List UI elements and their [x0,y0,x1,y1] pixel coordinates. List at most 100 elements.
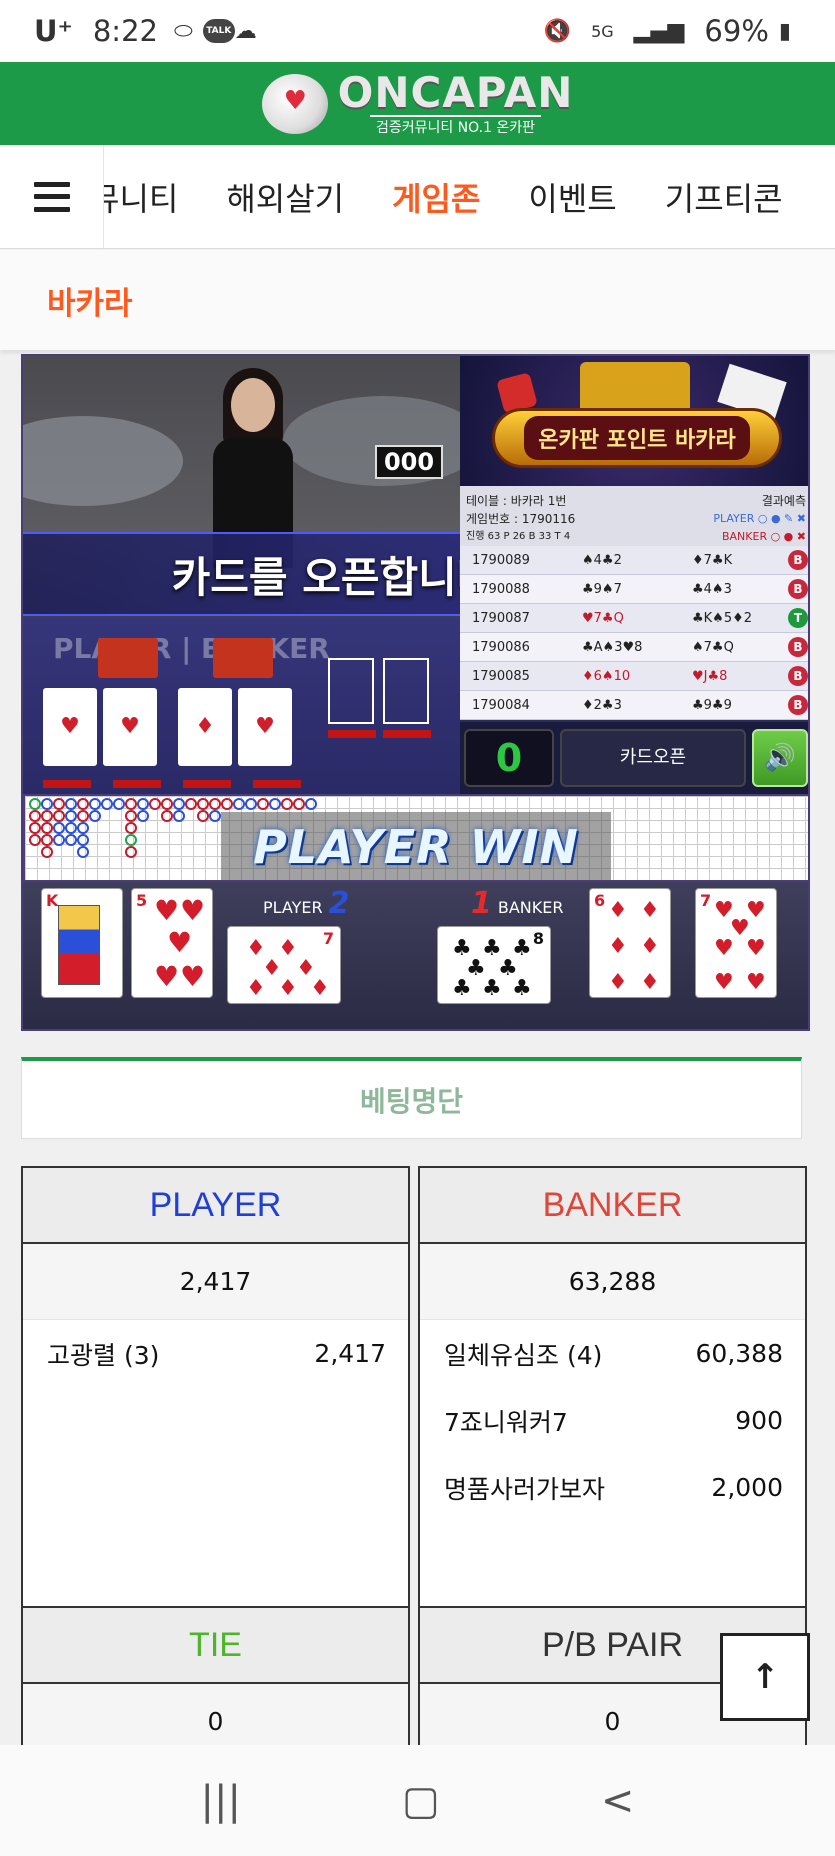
road-map-marker [53,834,65,846]
road-map-marker [41,834,53,846]
road-map-marker [77,822,89,834]
bettor-name: 7죠니워커7 [444,1407,568,1437]
talk-icon: TALK [202,19,235,43]
road-map-marker [77,834,89,846]
mute-icon: 🔇 [543,18,572,44]
card-back [98,638,158,678]
nav-item-event[interactable]: 이벤트 [528,174,616,220]
nav-item-gamezone[interactable]: 게임존 [392,174,480,220]
bettor-row: 고광렬 (3) 2,417 [23,1320,408,1387]
tie-column-title: TIE [23,1608,408,1684]
carrier-label: U⁺ [34,14,73,48]
home-icon[interactable]: ▢ [402,1778,440,1824]
speaker-icon[interactable]: 🔊 [752,729,808,787]
banker-total: 63,288 [420,1244,805,1320]
road-map-marker [269,798,281,810]
player-card-1: K [41,888,123,998]
bettor-name: 명품사러가보자 [444,1474,606,1504]
battery-icon: ▮ [778,18,791,44]
arrow-up-icon: ↑ [750,1657,780,1697]
pill-icon: ⬭ [173,18,193,44]
game-controls: 0 카드오픈 🔊 [460,722,808,794]
bettor-row: 7죠니워커7 900 [420,1387,805,1454]
score-display: 0 [464,729,554,787]
road-map-marker [53,810,65,822]
result-row: 1790089 ♠4♣2 ♦7♣K B [460,546,808,575]
nav-item-abroad[interactable]: 해외살기 [226,174,344,220]
road-map-marker [233,798,245,810]
road-map-marker [29,822,41,834]
results-list: 1790089 ♠4♣2 ♦7♣K B 1790088 ♣9♠7 ♣4♠3 B 179008… [460,546,808,720]
road-map-marker [65,822,77,834]
banker-forecast[interactable]: BANKER ○ ● ✖ [722,528,806,546]
open-message-banner: 카드를 오픈합니다. [23,532,460,616]
nav-item-gifticon[interactable]: 기프티콘 [665,174,783,220]
road-map-marker [65,810,77,822]
card-open-button[interactable]: 카드오픈 [560,729,746,787]
road-map-marker [197,810,209,822]
table-card: ♥ [103,688,157,766]
logo-title: ONCAPAN [337,67,574,117]
road-map-marker [77,810,89,822]
road-map-marker [161,810,173,822]
baccarat-game: 000 카드를 오픈합니다. PLAYER | BANKER ♥ ♥ ♦ ♥ [21,354,810,1031]
tie-bets-column: TIE 0 [21,1608,410,1768]
table-card: ♥ [238,688,292,766]
game-info-header: 테이블 : 바카라 1번 결과예측 게임번호 : 1790116 PLAYER … [460,486,808,546]
player-card-2: 5 ♥ ♥ ♥ ♥ ♥ [131,888,213,998]
player-total: 2,417 [23,1244,408,1320]
logo-subtitle: 검증커뮤니티 NO.1 온카판 [369,114,542,137]
banker-result-label: 1 BANKER [471,886,564,921]
road-map-marker [185,798,197,810]
road-map-marker [245,798,257,810]
road-map-marker [29,810,41,822]
road-map-marker [125,798,137,810]
site-logo[interactable]: ONCAPAN 검증커뮤니티 NO.1 온카판 [261,67,574,137]
road-map-marker [149,798,161,810]
result-row: 1790086 ♣A♠3♥8 ♠7♣Q B [460,633,808,662]
result-row: 1790084 ♦2♣3 ♣9♣9 B [460,691,808,720]
road-map-marker [29,834,41,846]
dealer-video: 000 카드를 오픈합니다. PLAYER | BANKER ♥ ♥ ♦ ♥ [23,356,460,794]
bettor-amount: 60,388 [695,1339,783,1368]
road-map-marker [281,798,293,810]
nav-item-community[interactable]: 뮤니티 [104,174,178,220]
player-bets-column: PLAYER 2,417 고광렬 (3) 2,417 [21,1166,410,1608]
banker-card-3: 7 ♥ ♥ ♥ ♥ ♥ ♥ ♥ [695,888,777,998]
road-map-marker [125,822,137,834]
banker-card-2: 6 ♦ ♦ ♦ ♦ ♦ ♦ [589,888,671,998]
road-map-marker [41,810,53,822]
open-message: 카드를 오픈합니다. [171,552,460,602]
road-map-marker [89,798,101,810]
road-map-marker [77,846,89,858]
promo-banner: 온카판 포인트 바카라 [460,356,808,486]
card-back [213,638,273,678]
scroll-top-button[interactable]: ↑ [720,1633,810,1721]
main-nav: 뮤니티 해외살기 게임존 이벤트 기프티콘 [0,144,835,249]
road-map-marker [113,798,125,810]
road-map-marker [137,810,149,822]
road-map-marker [125,846,137,858]
bettor-amount: 900 [735,1406,783,1435]
road-map-marker [53,822,65,834]
bettor-row: 명품사러가보자 2,000 [420,1454,805,1521]
result-row: 1790087 ♥7♣Q ♣K♠5♦2 T [460,604,808,633]
player-forecast[interactable]: PLAYER ○ ● ✎ ✖ [713,510,806,528]
menu-button[interactable] [0,144,104,249]
bet-list-header: 베팅명단 [21,1057,802,1139]
road-map-marker [197,798,209,810]
promo-title: 온카판 포인트 바카라 [524,416,750,460]
bettor-row: 일체유심조 (4) 60,388 [420,1320,805,1387]
banker-column-title: BANKER [420,1168,805,1244]
road-map-marker [305,798,317,810]
back-icon[interactable]: < [601,1778,635,1824]
bettor-amount: 2,000 [711,1473,783,1502]
road-map-marker [137,798,149,810]
road-map-marker [173,798,185,810]
player-banker-label: PLAYER | BANKER [53,632,330,665]
network-label: 5G [591,21,614,41]
recent-apps-icon[interactable]: ||| [201,1778,241,1824]
road-map-marker [65,834,77,846]
result-cards: PLAYER 2 1 BANKER K 5 ♥ ♥ ♥ ♥ ♥ 7 ♦ ♦ ♦ ♦ [23,882,808,1029]
table-card: ♥ [43,688,97,766]
